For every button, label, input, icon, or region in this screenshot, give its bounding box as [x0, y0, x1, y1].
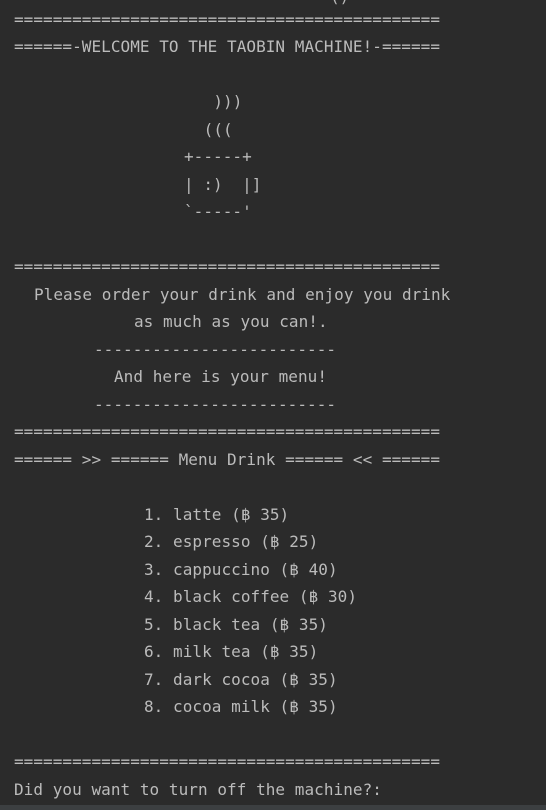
menu-header: ====== >> ====== Menu Drink ====== << ==… — [14, 450, 441, 469]
ascii-cup-face: | :) |] — [184, 175, 262, 194]
ascii-steam-1: ))) — [194, 92, 243, 111]
menu-item: 4. black coffee (฿ 30) — [144, 587, 358, 606]
input-prompt[interactable]: Did you want to turn off the machine?: — [14, 779, 382, 801]
ascii-cup-bottom: `-----' — [184, 202, 252, 221]
panel-bottom-edge — [0, 805, 546, 810]
menu-item: 8. cocoa milk (฿ 35) — [144, 697, 338, 716]
menu-item: 1. latte (฿ 35) — [144, 505, 290, 524]
menu-item: 6. milk tea (฿ 35) — [144, 642, 319, 661]
separator-line: ========================================… — [14, 752, 441, 771]
intro-text-line-1: Please order your drink and enjoy you dr… — [34, 285, 451, 304]
separator-line: ========================================… — [14, 10, 441, 29]
partial-top-line: () — [330, 0, 349, 8]
welcome-banner: ======-WELCOME TO THE TAOBIN MACHINE!-==… — [14, 37, 441, 56]
separator-line: ========================================… — [14, 257, 441, 276]
console-output: () =====================================… — [0, 0, 546, 810]
ascii-cup-top: +-----+ — [184, 147, 252, 166]
menu-item: 2. espresso (฿ 25) — [144, 532, 319, 551]
dash-divider: ------------------------- — [94, 340, 337, 359]
menu-item: 5. black tea (฿ 35) — [144, 615, 328, 634]
ascii-steam-2: ((( — [194, 120, 233, 139]
intro-text-line-2: as much as you can!. — [134, 312, 328, 331]
menu-item: 3. cappuccino (฿ 40) — [144, 560, 338, 579]
menu-intro-text: And here is your menu! — [114, 367, 328, 386]
separator-line: ========================================… — [14, 422, 441, 441]
dash-divider: ------------------------- — [94, 395, 337, 414]
menu-item: 7. dark cocoa (฿ 35) — [144, 670, 338, 689]
